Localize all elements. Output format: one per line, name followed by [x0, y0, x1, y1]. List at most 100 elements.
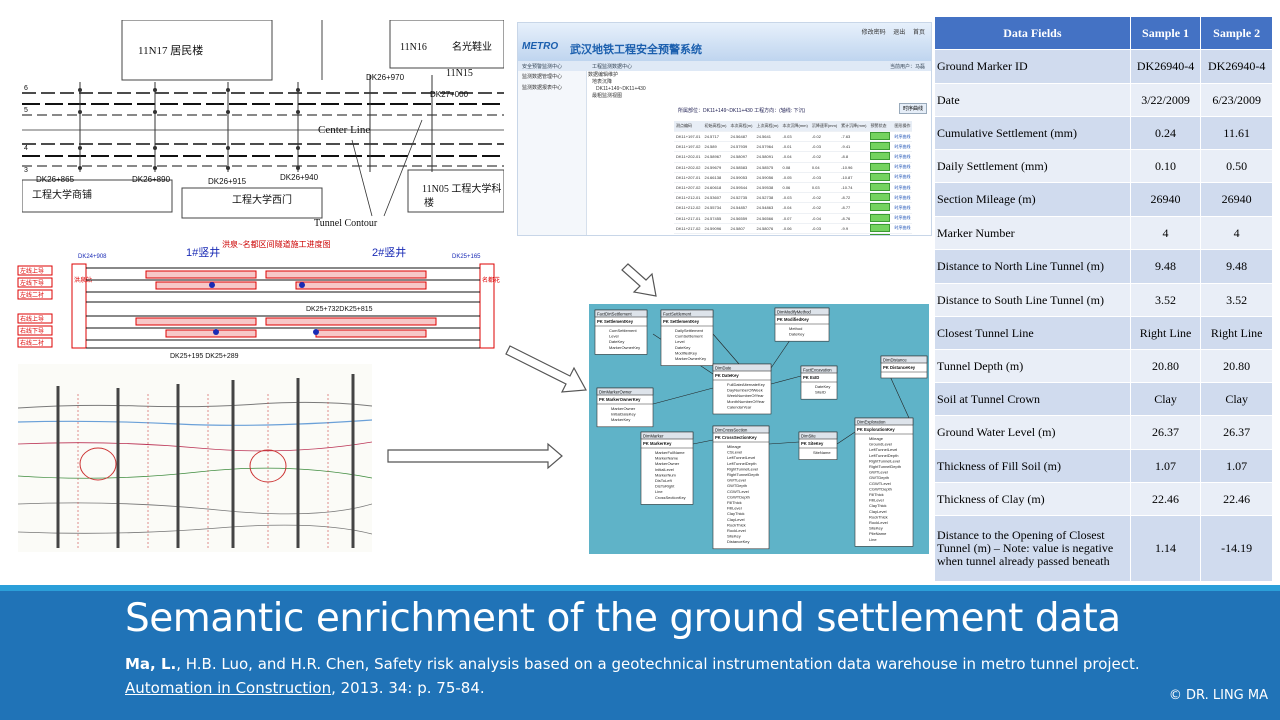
- table-row: Distance to North Line Tunnel (m) 9.48 9.4…: [934, 249, 1273, 284]
- schema-field: MarkerName: [655, 456, 679, 461]
- table-cell: 24.589: [702, 141, 729, 153]
- table-cell: 0.08: [780, 162, 810, 173]
- schema-field: SiteKey: [727, 534, 741, 539]
- table-cell: -0.06: [780, 223, 810, 234]
- table-cell: DK11+207-01: [674, 172, 703, 183]
- schema-field: RightTunnelDepth: [727, 472, 759, 477]
- sample-value-cell: 1.07: [1200, 449, 1273, 483]
- schema-primary-key: PK CrossSectionKey: [715, 435, 757, 440]
- schema-field: GWTDepth: [727, 483, 747, 488]
- schema-field: FillLevel: [869, 498, 884, 503]
- table-cell: 0.03: [809, 182, 840, 194]
- tunnel-contour-label: Tunnel Contour: [314, 218, 378, 229]
- status-ok-indicator: [870, 162, 891, 171]
- warning-status-cell: [868, 131, 893, 143]
- timeseries-link[interactable]: 时序曲线: [892, 162, 913, 173]
- status-ok-indicator: [870, 233, 891, 235]
- schema-field: SiteID: [815, 390, 826, 395]
- app-navrow: 安全预警监测中心 工程监测数据中心 当前用户：马磊: [518, 61, 931, 71]
- relationship-line: [888, 373, 910, 419]
- schema-table-name: DimSite: [801, 434, 816, 439]
- journal-link[interactable]: Automation in Construction: [125, 679, 331, 697]
- sample-value-cell: 22.46: [1200, 482, 1273, 516]
- data-fields-table-body: Ground Marker ID DK26940-4 DK26940-4 Date 3/…: [934, 49, 1273, 582]
- table-cell: -10.87: [839, 172, 869, 183]
- logout-link[interactable]: 退出: [893, 30, 905, 36]
- schema-field: RockThick: [869, 514, 888, 519]
- schema-field: GWTLevel: [727, 478, 746, 483]
- sample-value-cell: 0.24: [1129, 116, 1202, 150]
- timeseries-link[interactable]: 时序曲线: [892, 192, 913, 204]
- table-cell: 24.52735: [728, 192, 755, 204]
- home-link[interactable]: 首页: [913, 30, 925, 36]
- table-cell: 24.59056: [754, 172, 781, 183]
- schema-field: LeftTunnelDepth: [869, 453, 898, 458]
- data-fields-table: Data Fields Sample 1 Sample 2 Ground Mar…: [934, 16, 1273, 582]
- center-line-label: Center Line: [318, 124, 370, 136]
- schema-field: ClayLevel: [869, 509, 887, 514]
- schema-field: CGWTDepth: [869, 486, 892, 491]
- schema-field: ClayThick: [727, 511, 745, 516]
- schema-field: CGWTDepth: [727, 494, 750, 499]
- tree-item[interactable]: 地表沉降: [588, 79, 646, 86]
- table-cell: 24.59544: [728, 182, 755, 194]
- tree-item[interactable]: 最粗监测视图: [588, 93, 646, 100]
- schema-field: LeftTunnelLevel: [727, 455, 755, 460]
- timeseries-link[interactable]: 时序曲线: [892, 233, 913, 235]
- sample-value-cell: 20.80: [1129, 349, 1202, 383]
- settlement-table: 测点编码 初始高程(m) 本次高程(m) 上次高程(m) 本次沉降(mm) 沉降…: [674, 121, 913, 235]
- sidebar-item[interactable]: 监测数据报表中心: [518, 82, 586, 93]
- timeseries-link[interactable]: 时序曲线: [892, 182, 913, 194]
- table-row: DK11+217-02 24.59096 24.5807 24.58076 -0.06-…: [674, 223, 913, 234]
- table-cell: 24.56559: [728, 213, 755, 224]
- table-cell: 24.5807: [728, 223, 755, 234]
- warning-status-cell: [868, 172, 893, 183]
- schema-field: MarkerFullName: [655, 450, 685, 455]
- table-cell: 24.56487: [728, 131, 755, 143]
- sample-value-cell: DK26940-4: [1129, 49, 1202, 84]
- schema-table: DimMarkerOwner PK MarkerOwnerKey MarkerOwn…: [596, 387, 654, 428]
- timeseries-button[interactable]: 时序曲线: [898, 103, 927, 114]
- schema-table: DimExploration PK ExplorationKey MileageGr…: [854, 417, 914, 547]
- timeseries-link[interactable]: 时序曲线: [892, 202, 913, 214]
- schema-primary-key: PK SettlementKey: [663, 319, 700, 324]
- table-cell: 24.57939: [728, 141, 755, 153]
- timeseries-link[interactable]: 时序曲线: [892, 151, 913, 163]
- schema-table-name: FactExcavation: [803, 368, 832, 373]
- field-name-cell: Ground Marker ID: [934, 49, 1131, 84]
- timeseries-link[interactable]: 时序曲线: [892, 172, 913, 183]
- table-cell: -0.03: [809, 223, 840, 234]
- nav-item[interactable]: 安全预警监测中心: [522, 63, 562, 70]
- nav-item[interactable]: 工程监测数据中心: [592, 63, 632, 70]
- schema-diagram: FactDirtSettlement PK SettlementKey CumSet…: [589, 304, 929, 554]
- tree-item[interactable]: 数据编辑维护: [588, 72, 646, 79]
- schema-field: MarkerOwnerKey: [675, 356, 706, 361]
- section-number: 4: [24, 145, 28, 152]
- change-password-link[interactable]: 修改密码: [862, 30, 886, 36]
- schema-field: RightTunnelLevel: [869, 458, 900, 463]
- timeseries-link[interactable]: 时序曲线: [892, 223, 913, 234]
- table-cell: -0.02: [809, 151, 840, 163]
- schema-table: FactExcavation PK ExID DateKeySiteID: [800, 365, 838, 400]
- field-name-cell: Date: [934, 83, 1131, 117]
- table-row: DK11+202-01 24.58967 24.58097 24.58091 -0.04…: [674, 151, 913, 163]
- timeseries-link[interactable]: 时序曲线: [892, 141, 913, 153]
- table-cell: -8.78: [839, 233, 869, 235]
- timeseries-link[interactable]: 时序曲线: [892, 131, 913, 143]
- warning-status-cell: [868, 233, 893, 235]
- table-row: DK11+217-01 24.57455 24.56559 24.56566 -0.07…: [674, 213, 913, 224]
- timeseries-link[interactable]: 时序曲线: [892, 213, 913, 224]
- status-ok-indicator: [870, 172, 891, 181]
- schema-field: Line: [869, 537, 877, 542]
- table-row: Ground Marker ID DK26940-4 DK26940-4: [934, 49, 1273, 84]
- mileage-mark: DK25+195 DK25+289: [170, 353, 239, 360]
- schema-field: RightTunnelLevel: [727, 466, 758, 471]
- slide-title: Semantic enrichment of the ground settle…: [125, 596, 1121, 641]
- schema-field: Method: [789, 326, 802, 331]
- app-sidebar: 监测数据管理中心 监测数据报表中心: [518, 71, 587, 235]
- warning-status-cell: [868, 223, 893, 234]
- sidebar-item[interactable]: 监测数据管理中心: [518, 71, 586, 82]
- tree-item[interactable]: DK11+149~DK11+430: [588, 86, 646, 93]
- table-cell: 24.58076: [754, 223, 781, 234]
- table-row: DK11+207-01 24.66138 24.59053 24.59056 -0.05…: [674, 172, 913, 183]
